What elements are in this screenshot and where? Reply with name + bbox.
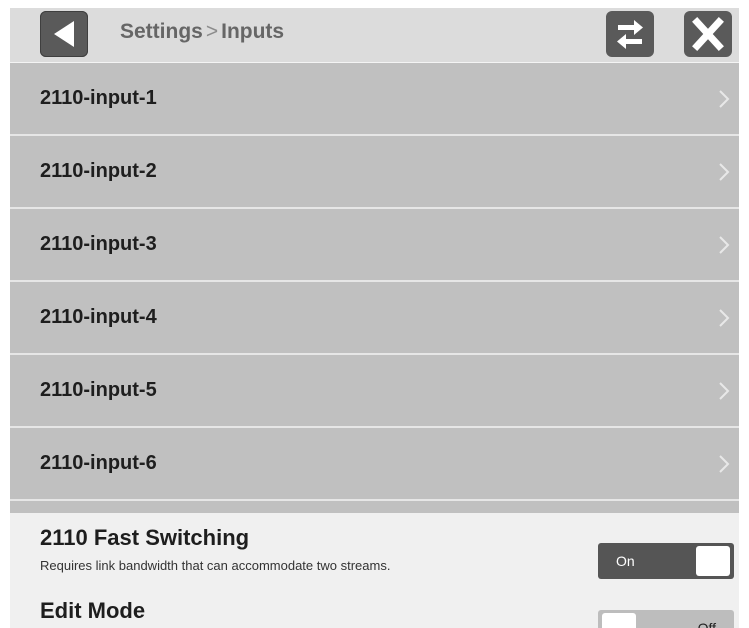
back-button[interactable] [40,11,88,57]
fast-switching-title: 2110 Fast Switching [40,525,250,550]
header-bar: Settings > Inputs [10,8,739,64]
input-row-1[interactable]: 2110-input-1 [10,63,739,136]
input-label: 2110-input-5 [40,379,157,401]
breadcrumb-root[interactable]: Settings [120,20,203,43]
input-row-4[interactable]: 2110-input-4 [10,282,739,355]
close-button[interactable] [684,11,732,57]
input-row-5[interactable]: 2110-input-5 [10,355,739,428]
input-row-2[interactable]: 2110-input-2 [10,136,739,209]
chevron-right-icon [719,90,730,108]
input-label: 2110-input-3 [40,233,157,255]
breadcrumb-separator: > [205,20,219,43]
swap-arrows-icon [617,20,643,49]
breadcrumb-current: Inputs [221,20,285,43]
input-row-3[interactable]: 2110-input-3 [10,209,739,282]
toggle-knob [602,613,636,628]
input-label: 2110-input-2 [40,160,157,182]
toggle-state-label: Off [697,620,716,628]
input-row-6[interactable]: 2110-input-6 [10,428,739,501]
edit-mode-title: Edit Mode [40,598,146,623]
chevron-right-icon [719,382,730,400]
chevron-right-icon [719,455,730,473]
input-list: 2110-input-1 2110-input-2 2110-input-3 2… [10,63,739,501]
chevron-right-icon [719,309,730,327]
input-label: 2110-input-4 [40,306,157,328]
edit-mode-toggle[interactable]: Off [598,610,734,628]
fast-switching-description: Requires link bandwidth that can accommo… [40,558,391,573]
settings-panel: Settings > Inputs 2110-input-1 2110-input-… [10,8,739,628]
input-label: 2110-input-6 [40,452,157,474]
toggle-knob [696,546,730,576]
swap-button[interactable] [606,11,654,57]
toggle-settings-area: 2110 Fast Switching Requires link bandwi… [10,513,739,628]
toggle-state-label: On [616,553,635,569]
fast-switching-toggle[interactable]: On [598,543,734,579]
close-x-icon [692,17,724,51]
chevron-right-icon [719,236,730,254]
breadcrumb: Settings > Inputs [120,20,284,44]
input-label: 2110-input-1 [40,87,157,109]
chevron-right-icon [719,163,730,181]
back-arrow-icon [54,21,74,47]
